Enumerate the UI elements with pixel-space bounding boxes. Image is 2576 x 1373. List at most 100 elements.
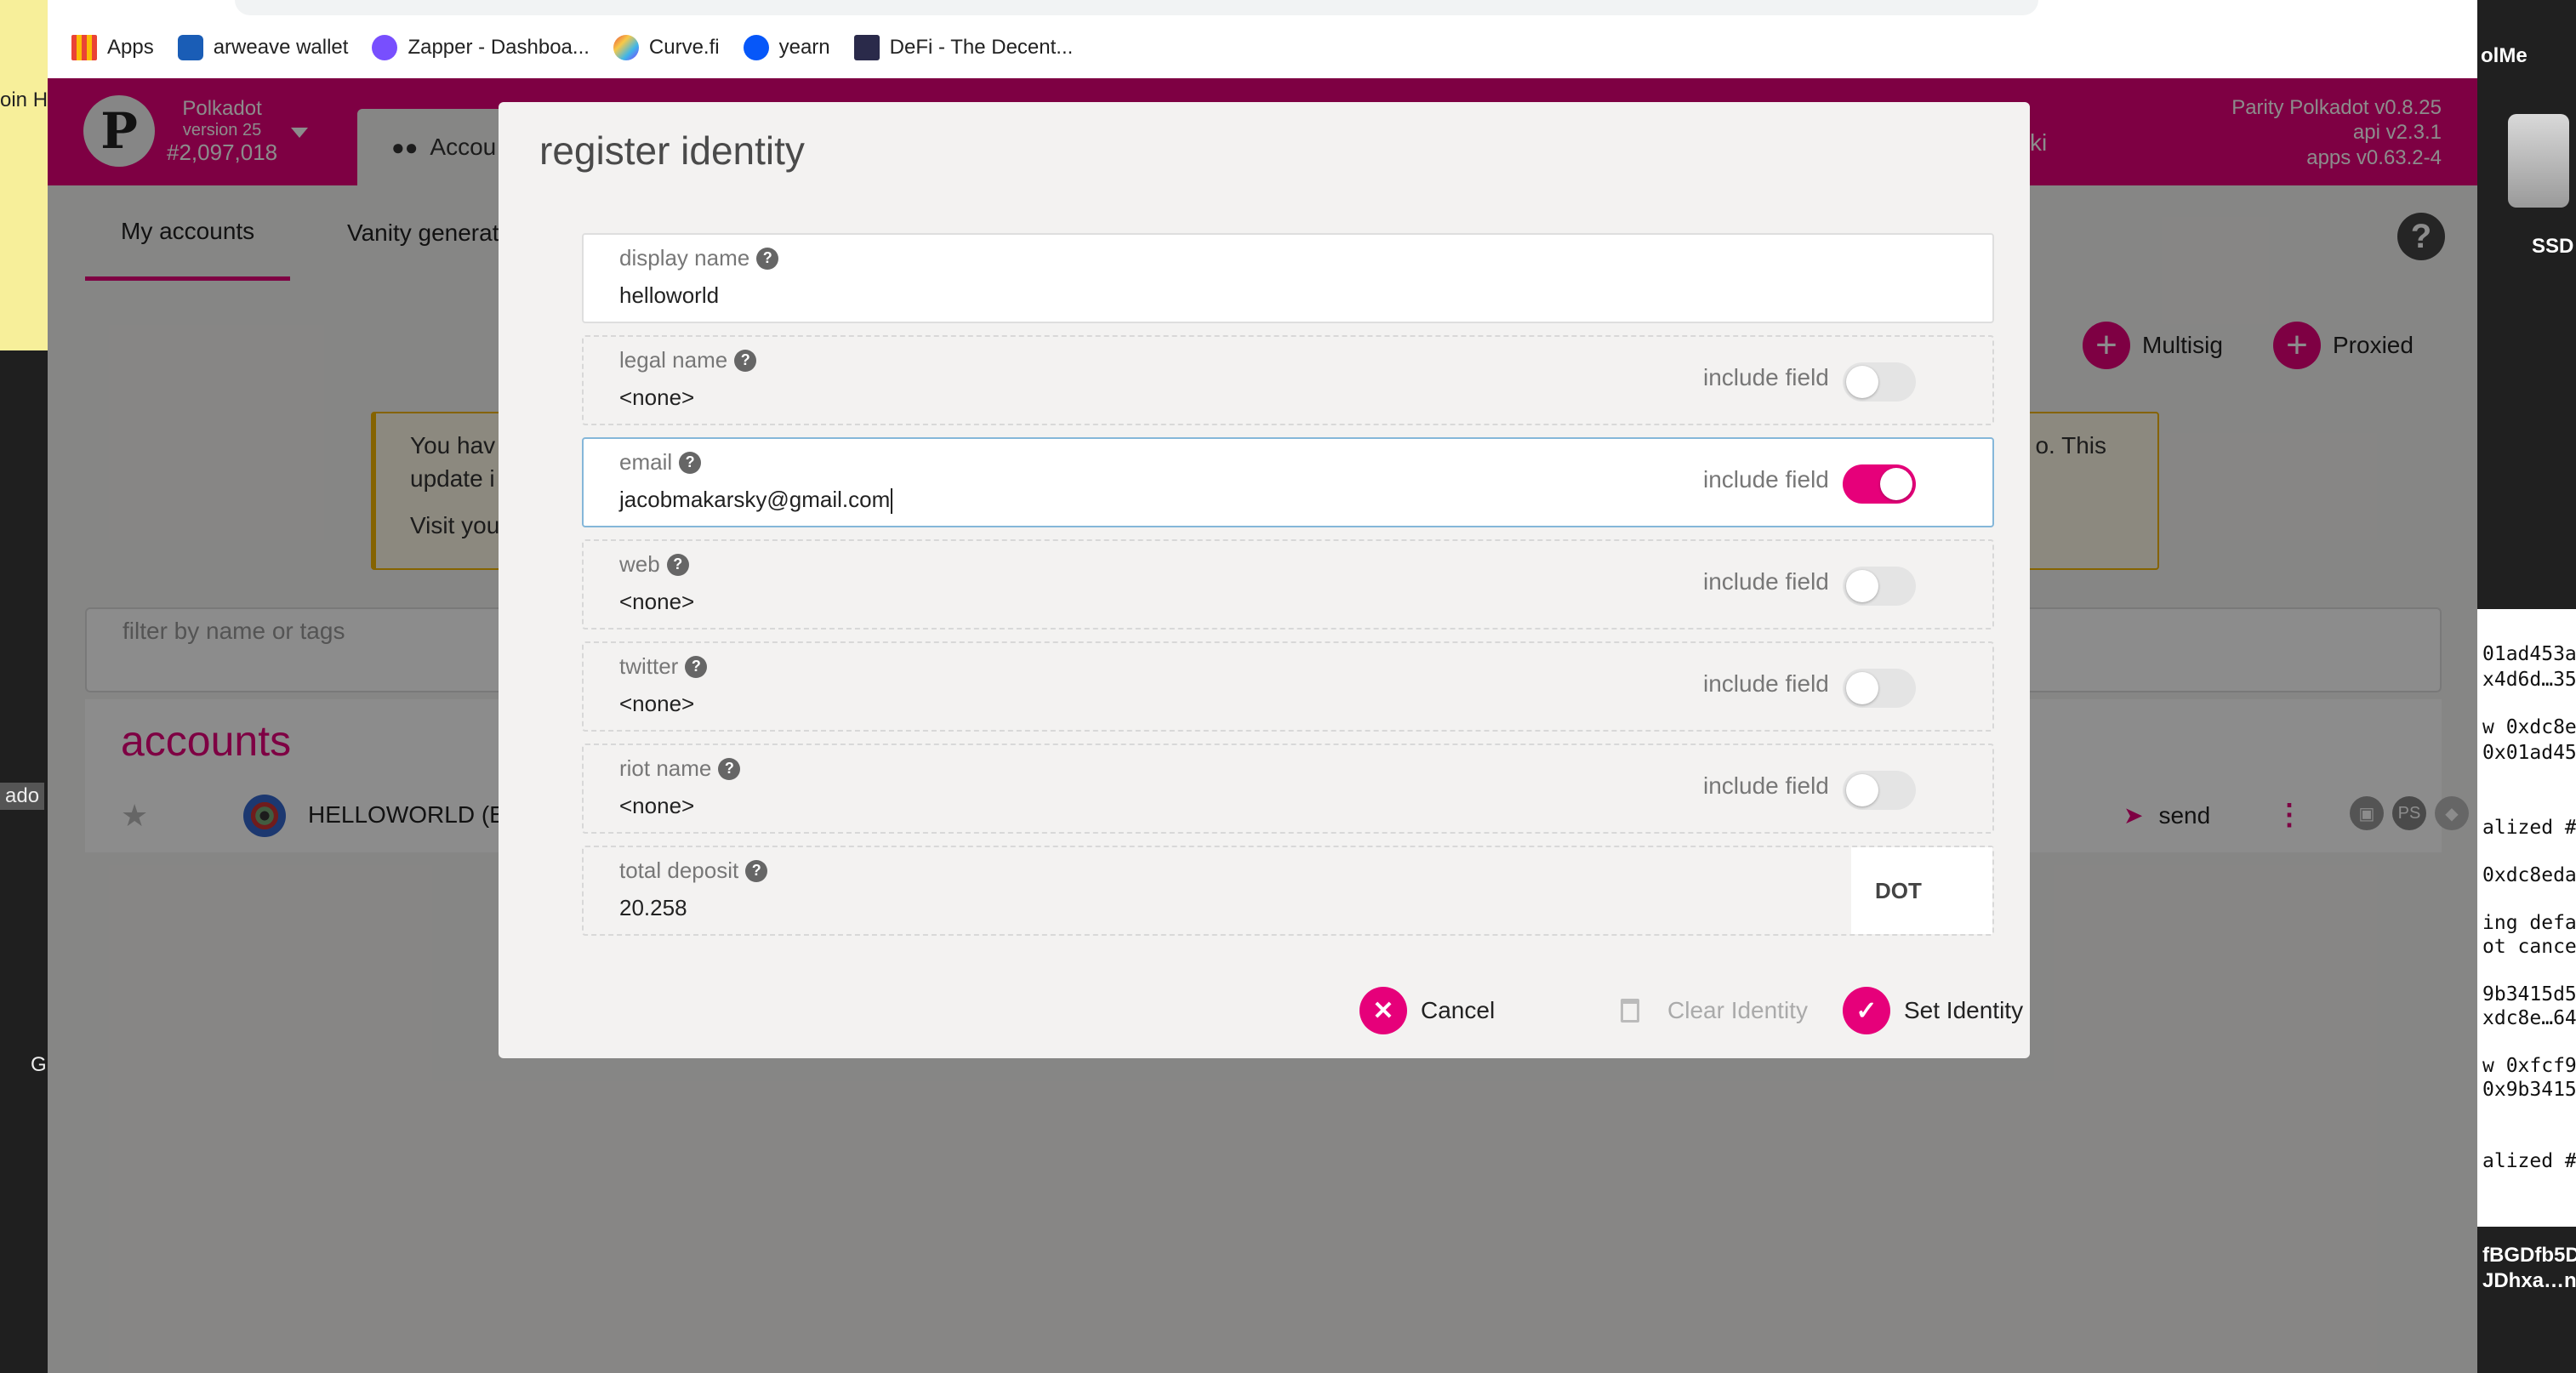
twitter-field[interactable]: twitter? <none> include field xyxy=(582,641,1994,732)
terminal-line: alized #1 xyxy=(2482,817,2576,839)
check-icon: ✓ xyxy=(1843,987,1890,1034)
bookmark-label: Zapper - Dashboa... xyxy=(407,36,590,59)
total-deposit-field: total deposit? 20.258 DOT xyxy=(582,846,1994,936)
curve-icon xyxy=(613,35,639,60)
field-label-text: email xyxy=(619,449,673,475)
cancel-button[interactable]: ✕ Cancel xyxy=(1359,987,1495,1034)
cancel-label: Cancel xyxy=(1421,997,1496,1023)
apps-grid-icon xyxy=(71,35,97,60)
bookmark-arweave[interactable]: arweave wallet xyxy=(177,35,349,60)
terminal-line: 01ad453ac xyxy=(2482,643,2576,665)
desktop-label-top: olMe xyxy=(2481,44,2528,67)
help-icon[interactable]: ? xyxy=(756,247,779,270)
disk-label: SSD xyxy=(2532,235,2574,258)
terminal-line: 9b3415d50 xyxy=(2482,983,2576,1006)
desktop-label-g: G xyxy=(31,1053,47,1076)
set-identity-label: Set Identity xyxy=(1904,997,2024,1023)
url-bar[interactable] xyxy=(235,0,2038,15)
email-value: jacobmakarsky@gmail.com xyxy=(619,487,891,512)
field-label: web? xyxy=(619,551,689,578)
bookmark-yearn[interactable]: yearn xyxy=(743,35,830,60)
help-icon[interactable]: ? xyxy=(745,859,768,882)
riot-name-input[interactable]: <none> xyxy=(619,793,694,819)
bookmark-label: Apps xyxy=(107,36,154,59)
twitter-input[interactable]: <none> xyxy=(619,691,694,717)
terminal-line: alized #1 xyxy=(2482,1150,2576,1172)
field-label-text: total deposit xyxy=(619,857,739,883)
terminal-line: xdc8e…644 xyxy=(2482,1007,2576,1029)
terminal-line: 0x9b3415 xyxy=(2482,1079,2576,1101)
arweave-icon xyxy=(177,35,203,60)
terminal-line: w 0xfcf98 xyxy=(2482,1055,2576,1077)
desktop-label: ado xyxy=(0,783,45,810)
field-label: email? xyxy=(619,449,702,476)
field-label-text: web xyxy=(619,551,660,577)
field-label-text: legal name xyxy=(619,347,728,373)
field-label: total deposit? xyxy=(619,857,768,884)
web-input[interactable]: <none> xyxy=(619,589,694,615)
email-toggle[interactable] xyxy=(1843,464,1916,504)
clear-identity-button[interactable]: Clear Identity xyxy=(1606,987,1808,1034)
include-field-label: include field xyxy=(1703,670,1829,697)
include-field-label: include field xyxy=(1703,772,1829,799)
desktop-label-bottom: fBGDfb5D xyxy=(2482,1244,2576,1267)
display-name-input[interactable]: helloworld xyxy=(619,282,719,309)
help-icon[interactable]: ? xyxy=(666,553,689,576)
bookmarks-bar: Apps arweave wallet Zapper - Dashboa... … xyxy=(48,17,2477,78)
toggle-knob xyxy=(1880,468,1912,500)
field-label: twitter? xyxy=(619,653,708,680)
bookmark-label: DeFi - The Decent... xyxy=(889,36,1074,59)
bookmark-zapper[interactable]: Zapper - Dashboa... xyxy=(372,35,590,60)
web-field[interactable]: web? <none> include field xyxy=(582,539,1994,630)
email-input[interactable]: jacobmakarsky@gmail.com xyxy=(619,487,893,515)
set-identity-button[interactable]: ✓ Set Identity xyxy=(1843,987,2023,1034)
field-label-text: twitter xyxy=(619,653,679,679)
deposit-unit: DOT xyxy=(1851,847,1992,934)
hard-disk-icon[interactable] xyxy=(2508,114,2569,208)
browser-window: Apps arweave wallet Zapper - Dashboa... … xyxy=(48,0,2477,1373)
toggle-knob xyxy=(1846,672,1878,704)
help-icon[interactable]: ? xyxy=(679,451,702,474)
help-icon[interactable]: ? xyxy=(685,655,708,678)
legal-name-toggle[interactable] xyxy=(1843,362,1916,402)
field-label: legal name? xyxy=(619,347,757,373)
toggle-knob xyxy=(1846,570,1878,602)
terminal-window: 01ad453ac x4d6d…359 w 0xdc8ed 0x01ad45 a… xyxy=(2477,609,2576,1227)
email-field[interactable]: email? jacobmakarsky@gmail.com include f… xyxy=(582,437,1994,527)
bookmark-label: yearn xyxy=(778,36,830,59)
bookmark-curve[interactable]: Curve.fi xyxy=(613,35,720,60)
include-field-label: include field xyxy=(1703,364,1829,390)
riot-name-field[interactable]: riot name? <none> include field xyxy=(582,743,1994,834)
terminal-line: 0xdc8eda3 xyxy=(2482,864,2576,886)
help-icon[interactable]: ? xyxy=(718,757,741,780)
riot-name-toggle[interactable] xyxy=(1843,771,1916,810)
legal-name-input[interactable]: <none> xyxy=(619,385,694,411)
terminal-line: 0x01ad45 xyxy=(2482,742,2576,764)
include-field-label: include field xyxy=(1703,466,1829,493)
trash-icon xyxy=(1606,987,1654,1034)
terminal-line: ot cancel xyxy=(2482,936,2576,958)
web-toggle[interactable] xyxy=(1843,567,1916,606)
clear-identity-label: Clear Identity xyxy=(1667,997,1808,1023)
toggle-knob xyxy=(1846,366,1878,398)
desktop-label-bottom: JDhxa…nd xyxy=(2482,1269,2576,1292)
desktop-left: oin Ha ado G xyxy=(0,0,59,1373)
terminal-line: x4d6d…359 xyxy=(2482,669,2576,691)
display-name-field[interactable]: display name? helloworld xyxy=(582,233,1994,323)
twitter-toggle[interactable] xyxy=(1843,669,1916,708)
bookmark-label: arweave wallet xyxy=(213,36,349,59)
terminal-line: ing defau xyxy=(2482,912,2576,934)
total-deposit-value: 20.258 xyxy=(619,895,687,920)
sticky-note: oin Ha xyxy=(0,0,59,350)
toggle-knob xyxy=(1846,774,1878,806)
desktop-right: olMe SSD 01ad453ac x4d6d…359 w 0xdc8ed 0… xyxy=(2477,0,2576,1373)
bookmark-defi[interactable]: DeFi - The Decent... xyxy=(853,35,1074,60)
bookmark-apps[interactable]: Apps xyxy=(71,35,154,60)
help-icon[interactable]: ? xyxy=(734,349,757,372)
modal-title: register identity xyxy=(539,128,805,173)
close-icon: ✕ xyxy=(1359,987,1407,1034)
field-label: riot name? xyxy=(619,755,741,782)
defi-icon xyxy=(853,35,880,60)
legal-name-field[interactable]: legal name? <none> include field xyxy=(582,335,1994,425)
polkadot-app: P Polkadot version 25 #2,097,018 ●● Acco… xyxy=(48,78,2477,1373)
